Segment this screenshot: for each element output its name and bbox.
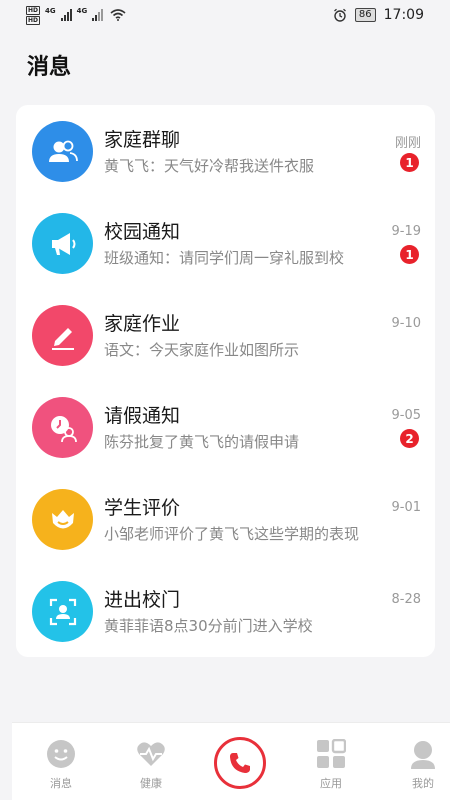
bottom-nav: 消息 健康 应用 我的: [12, 722, 450, 800]
item-preview: 黄飞飞：天气好冷帮我送件衣服: [104, 157, 315, 175]
message-item-school-gate[interactable]: 进出校门 黄菲菲语8点30分前门进入学校 8-28: [16, 565, 435, 657]
leave-clock-icon: [50, 415, 77, 442]
battery-icon: 86: [354, 8, 376, 22]
item-title: 进出校门: [104, 589, 181, 611]
item-title: 请假通知: [104, 405, 181, 427]
avatar: [32, 489, 93, 550]
nav-apps[interactable]: 应用: [296, 723, 366, 800]
pencil-icon: [51, 327, 74, 350]
group-users-icon: [48, 140, 78, 162]
item-time: 9-01: [391, 500, 421, 515]
item-preview: 黄菲菲语8点30分前门进入学校: [104, 617, 313, 635]
hd-top: HD: [26, 5, 41, 15]
signal-icon-2: [92, 9, 104, 21]
item-preview: 语文：今天家庭作业如图所示: [104, 341, 300, 359]
item-time: 9-19: [391, 224, 421, 239]
alarm-icon: [333, 8, 346, 22]
nav-label: 健康: [140, 777, 162, 790]
unread-badge: 2: [400, 429, 419, 448]
nav-label: 我的: [412, 777, 434, 790]
status-bar: HD HD 4G 4G 86 17:09: [0, 0, 450, 30]
unread-badge: 1: [400, 245, 419, 264]
network-type-2: 4G: [76, 7, 88, 15]
hd-bottom: HD: [26, 15, 41, 25]
nav-profile[interactable]: 我的: [388, 723, 450, 800]
avatar: [32, 121, 93, 182]
nav-health[interactable]: 健康: [116, 723, 186, 800]
item-time: 刚刚: [394, 136, 421, 151]
heartbeat-icon: [137, 742, 165, 766]
message-item-campus-notice[interactable]: 校园通知 班级通知：请同学们周一穿礼服到校 9-19 1: [16, 197, 435, 289]
avatar: [32, 397, 93, 458]
status-bar-left: HD HD 4G 4G: [26, 5, 126, 25]
message-item-student-evaluation[interactable]: 学生评价 小邹老师评价了黄飞飞这些学期的表现 9-01: [16, 473, 435, 565]
hd-indicator: HD HD: [26, 5, 41, 25]
item-title: 学生评价: [104, 497, 181, 519]
item-time: 9-10: [391, 316, 421, 331]
message-item-leave-notice[interactable]: 请假通知 陈芬批复了黄飞飞的请假申请 9-05 2: [16, 381, 435, 473]
message-item-homework[interactable]: 家庭作业 语文：今天家庭作业如图所示 9-10: [16, 289, 435, 381]
megaphone-icon: [51, 232, 75, 255]
item-title: 校园通知: [104, 221, 181, 243]
nav-label: 应用: [320, 777, 342, 790]
unread-badge: 1: [400, 153, 419, 172]
avatar: [32, 581, 93, 642]
nav-label: 消息: [50, 777, 72, 790]
avatar: [32, 305, 93, 366]
item-preview: 班级通知：请同学们周一穿礼服到校: [104, 249, 345, 267]
item-time: 8-28: [391, 592, 421, 607]
avatar: [32, 213, 93, 274]
nav-messages[interactable]: 消息: [26, 723, 96, 800]
smile-flower-icon: [51, 509, 74, 528]
wifi-icon: [110, 9, 126, 21]
message-list: 家庭群聊 黄飞飞：天气好冷帮我送件衣服 刚刚 1 校园通知 班级通知：请同学们周…: [16, 105, 435, 657]
face-scan-icon: [49, 598, 76, 625]
smiley-chat-icon: [47, 740, 75, 768]
signal-icon: [60, 9, 72, 21]
item-time: 9-05: [391, 408, 421, 423]
item-preview: 小邹老师评价了黄飞飞这些学期的表现: [104, 525, 360, 543]
page-title: 消息: [27, 55, 72, 80]
clock: 17:09: [383, 7, 424, 23]
phone-icon: [230, 753, 250, 773]
apps-grid-icon: [317, 739, 346, 768]
network-type-1: 4G: [45, 7, 56, 15]
message-item-family-group[interactable]: 家庭群聊 黄飞飞：天气好冷帮我送件衣服 刚刚 1: [16, 105, 435, 197]
status-bar-right: 86 17:09: [333, 7, 424, 23]
item-preview: 陈芬批复了黄飞飞的请假申请: [104, 433, 300, 451]
call-button[interactable]: [214, 737, 266, 789]
item-title: 家庭作业: [104, 313, 181, 335]
user-profile-icon: [411, 741, 435, 769]
item-title: 家庭群聊: [104, 129, 181, 151]
